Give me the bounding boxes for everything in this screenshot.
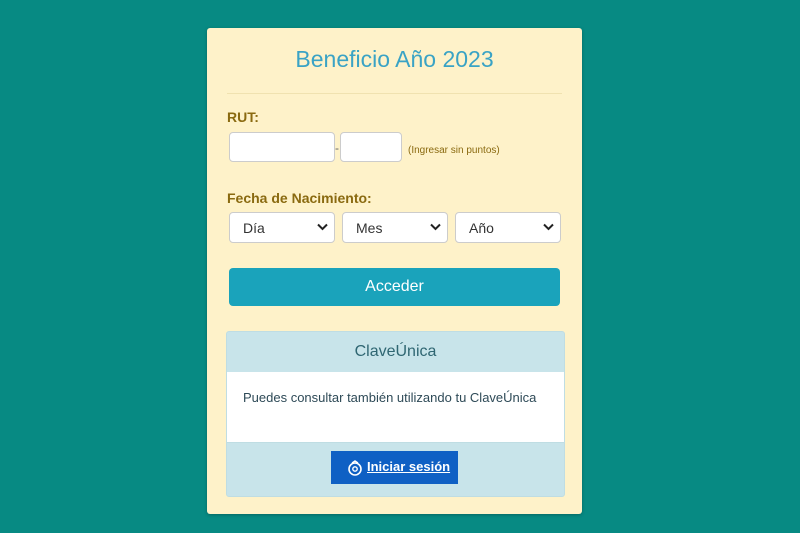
page-title: Beneficio Año 2023 [295, 46, 494, 72]
claveunica-body: Puedes consultar también utilizando tu C… [227, 372, 564, 443]
claveunica-panel: ClaveÚnica Puedes consultar también util… [226, 331, 565, 497]
rut-label: RUT: [227, 109, 259, 125]
year-select[interactable]: Año [455, 212, 561, 243]
login-card: Beneficio Año 2023 RUT: - (Ingresar sin … [207, 28, 582, 514]
month-select-value: Mes [356, 220, 383, 236]
birthdate-label: Fecha de Nacimiento: [227, 190, 372, 206]
claveunica-message: Puedes consultar también utilizando tu C… [243, 390, 537, 405]
day-select[interactable]: Día [229, 212, 335, 243]
month-select[interactable]: Mes [342, 212, 448, 243]
rut-input[interactable] [229, 132, 335, 162]
rut-hint: (Ingresar sin puntos) [408, 145, 500, 156]
rut-dv-input[interactable] [340, 132, 402, 162]
claveunica-login-button[interactable]: Iniciar sesión [331, 451, 458, 484]
year-select-value: Año [469, 220, 494, 236]
rut-separator: - [335, 141, 339, 155]
chevron-down-icon [543, 223, 554, 231]
claveunica-header: ClaveÚnica [227, 332, 564, 373]
claveunica-login-label: Iniciar sesión [367, 459, 451, 474]
chevron-down-icon [430, 223, 441, 231]
claveunica-icon [348, 460, 362, 476]
acceder-button[interactable]: Acceder [229, 268, 560, 306]
title-divider [227, 93, 562, 94]
day-select-value: Día [243, 220, 265, 236]
chevron-down-icon [317, 223, 328, 231]
